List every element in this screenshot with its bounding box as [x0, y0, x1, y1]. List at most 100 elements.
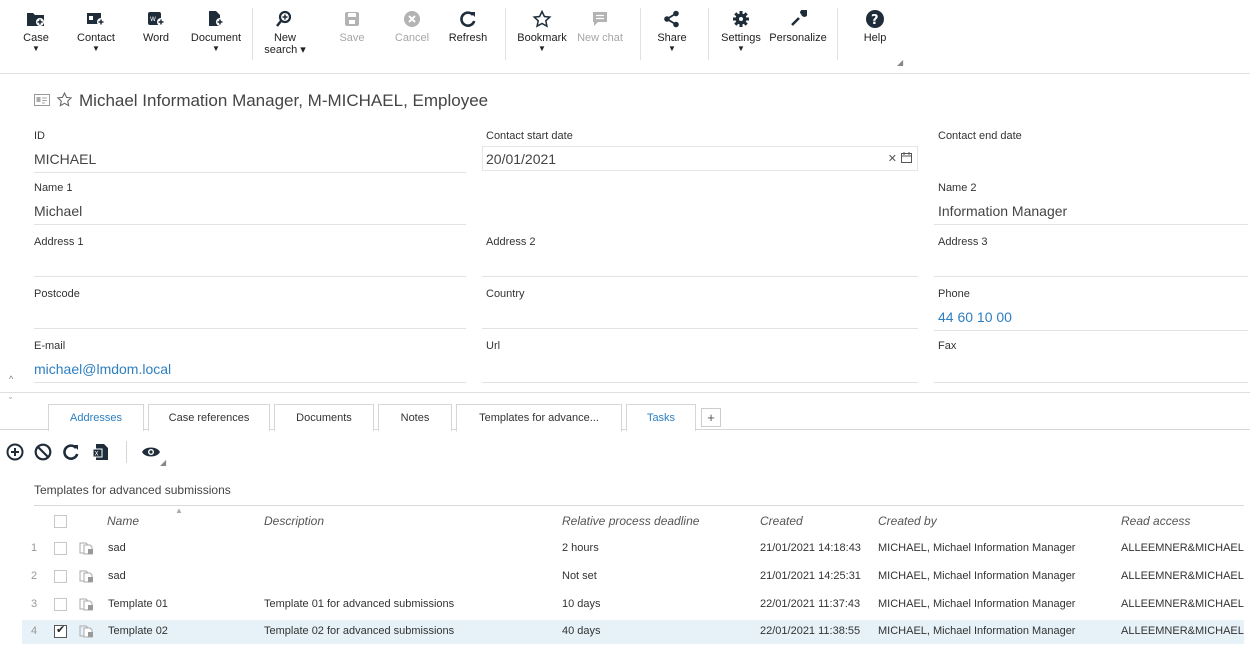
column-header-created[interactable]: Created [760, 514, 803, 528]
cancel-icon [403, 8, 421, 30]
svg-text:?: ? [871, 13, 879, 28]
document-button[interactable]: Document ▼ [186, 8, 246, 53]
cancel-button[interactable]: Cancel [382, 8, 442, 44]
case-folder-icon [26, 8, 46, 30]
add-circle-icon[interactable] [4, 441, 26, 463]
row-deadline: 10 days [562, 598, 601, 610]
country-field[interactable]: Country [482, 288, 918, 332]
row-created: 22/01/2021 11:37:43 [760, 598, 861, 610]
address2-label: Address 2 [486, 236, 536, 248]
row-name[interactable]: sad [108, 570, 126, 582]
refresh-label: Refresh [448, 32, 488, 44]
save-button[interactable]: Save [322, 8, 382, 44]
new-search-label-2: search ▾ [264, 44, 306, 56]
expand-corner-icon[interactable]: ◢ [897, 58, 903, 67]
svg-text:W: W [150, 16, 156, 23]
settings-button[interactable]: Settings ▼ [711, 8, 771, 53]
name2-field[interactable]: Name 2 Information Manager [934, 182, 1248, 226]
grid-title: Templates for advanced submissions [34, 483, 231, 497]
column-header-deadline[interactable]: Relative process deadline [562, 514, 699, 528]
toolbar-divider [708, 8, 709, 60]
column-header-name[interactable]: Name [107, 514, 139, 528]
tab-notes[interactable]: Notes [378, 404, 452, 431]
contact-card-icon [34, 93, 50, 109]
url-label: Url [486, 340, 501, 352]
section-divider [0, 392, 1250, 393]
email-value[interactable]: michael@lmdom.local [34, 361, 466, 381]
fax-field[interactable]: Fax [934, 340, 1248, 384]
block-icon[interactable] [32, 441, 54, 463]
row-name[interactable]: Template 02 [108, 625, 168, 637]
gear-icon [732, 8, 750, 30]
expand-corner-icon[interactable]: ◢ [160, 458, 166, 467]
id-field[interactable]: ID MICHAEL [34, 130, 466, 174]
clear-date-icon[interactable]: ✕ [888, 152, 897, 165]
name1-field[interactable]: Name 1 Michael [34, 182, 466, 226]
personalize-button[interactable]: Personalize [768, 8, 828, 44]
share-label: Share [657, 32, 687, 44]
case-button[interactable]: Case ▼ [6, 8, 66, 53]
column-header-created-by[interactable]: Created by [878, 514, 937, 528]
row-read-access: ALLEEMNER&MICHAEL [1121, 570, 1244, 582]
address2-field[interactable]: Address 2 [482, 236, 918, 280]
new-search-button[interactable]: New search ▾ [255, 8, 315, 56]
row-number: 1 [31, 542, 38, 554]
row-checkbox[interactable] [54, 623, 67, 638]
chevron-up-icon[interactable]: ^ [9, 374, 13, 384]
row-name[interactable]: sad [108, 542, 126, 554]
column-header-read-access[interactable]: Read access [1121, 514, 1190, 528]
row-name[interactable]: Template 01 [108, 598, 168, 610]
new-chat-label: New chat [577, 32, 623, 44]
url-field[interactable]: Url [482, 340, 918, 384]
word-doc-icon: W [146, 8, 166, 30]
row-read-access: ALLEEMNER&MICHAEL [1121, 598, 1244, 610]
select-all-checkbox[interactable] [54, 515, 67, 528]
toolbar-divider [837, 8, 838, 60]
column-header-description[interactable]: Description [264, 514, 324, 528]
row-deadline: Not set [562, 570, 597, 582]
bookmark-button[interactable]: Bookmark ▼ [512, 8, 572, 53]
new-search-label-1: New [273, 32, 296, 44]
new-chat-button[interactable]: New chat [570, 8, 630, 44]
phone-value[interactable]: 44 60 10 00 [938, 309, 1248, 329]
row-created-by: MICHAEL, Michael Information Manager [878, 625, 1076, 637]
eye-icon[interactable] [140, 441, 162, 463]
row-number: 2 [31, 570, 38, 582]
row-checkbox[interactable] [54, 542, 67, 555]
bookmark-star-icon[interactable] [56, 91, 73, 111]
tab-templates[interactable]: Templates for advance... [456, 404, 622, 432]
tab-documents[interactable]: Documents [274, 404, 374, 431]
template-icon [79, 569, 95, 583]
phone-field[interactable]: Phone 44 60 10 00 [934, 288, 1248, 332]
row-read-access: ALLEEMNER&MICHAEL [1121, 625, 1244, 637]
address3-field[interactable]: Address 3 [934, 236, 1248, 280]
excel-export-icon[interactable]: X [90, 441, 112, 463]
row-checkbox[interactable] [54, 570, 67, 583]
tab-tasks[interactable]: Tasks [626, 404, 696, 431]
add-tab-button[interactable]: + [701, 408, 721, 427]
share-button[interactable]: Share ▼ [642, 8, 702, 53]
contact-card-icon [86, 8, 106, 30]
address1-label: Address 1 [34, 236, 84, 248]
contact-end-date-field[interactable]: Contact end date [938, 130, 1248, 174]
refresh-icon[interactable] [60, 441, 82, 463]
new-search-icon [275, 8, 295, 30]
chevron-down-icon: ▼ [92, 44, 100, 53]
tab-case-references[interactable]: Case references [148, 404, 270, 431]
chevron-down-icon: ▼ [212, 44, 220, 53]
name1-label: Name 1 [34, 182, 73, 194]
address1-field[interactable]: Address 1 [34, 236, 466, 280]
word-button[interactable]: W Word [126, 8, 186, 44]
star-icon [532, 8, 552, 30]
calendar-icon[interactable] [901, 152, 912, 166]
contact-start-date-input[interactable]: 20/01/2021 ✕ [482, 146, 918, 171]
help-button[interactable]: ? Help [845, 8, 905, 44]
email-field[interactable]: E-mail michael@lmdom.local [34, 340, 466, 384]
document-label: Document [190, 32, 242, 44]
postcode-field[interactable]: Postcode [34, 288, 466, 332]
toolbar-divider [252, 8, 253, 60]
tab-addresses[interactable]: Addresses [48, 404, 144, 431]
refresh-button[interactable]: Refresh [438, 8, 498, 44]
contact-button[interactable]: Contact ▼ [66, 8, 126, 53]
row-checkbox[interactable] [54, 598, 67, 611]
